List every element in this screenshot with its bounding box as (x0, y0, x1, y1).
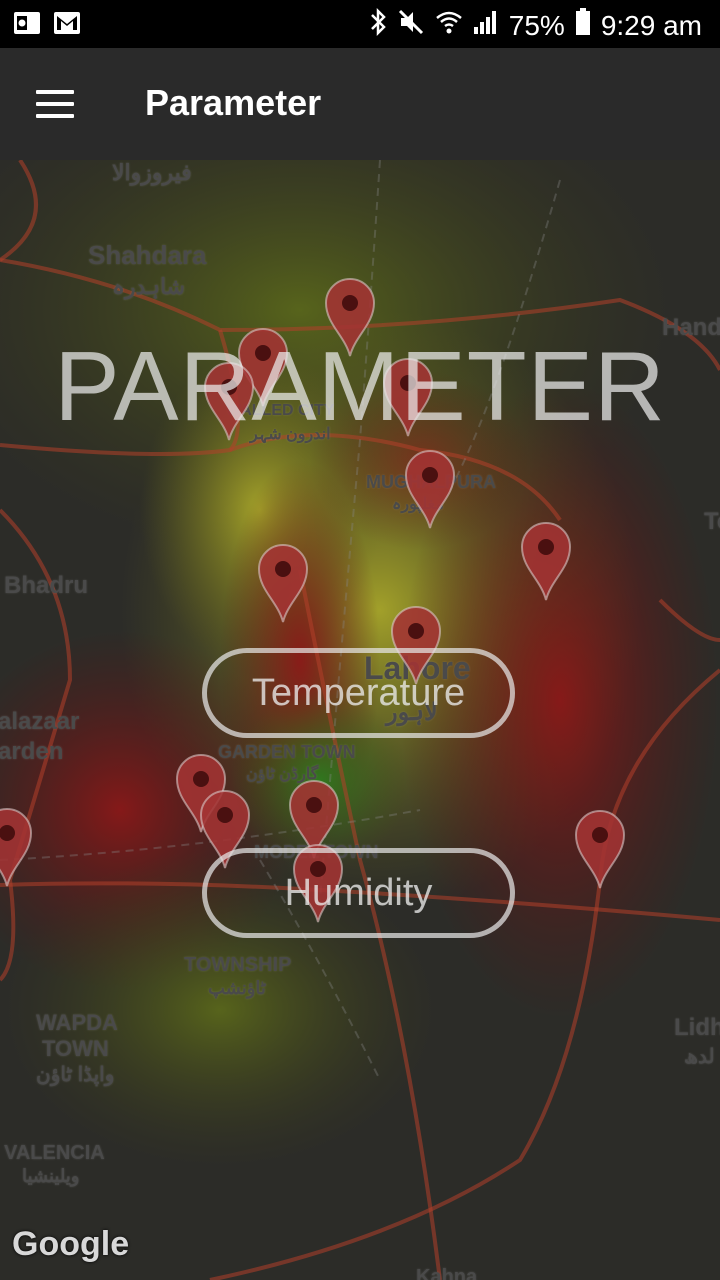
google-logo: Google (12, 1225, 130, 1263)
map-label: WAPDA (36, 1010, 118, 1035)
app-title: Parameter (145, 82, 322, 123)
map-label: Bhadru (4, 572, 88, 599)
status-bar: 75% 9:29 am (0, 0, 720, 48)
map-label: Shahdara (88, 240, 207, 270)
map-label: واپڈا ٹاؤن (36, 1064, 115, 1086)
map-label: TOWN (42, 1036, 109, 1061)
signal-icon (473, 9, 499, 42)
outlook-icon (14, 10, 40, 41)
map-label: VALENCIA (4, 1142, 105, 1164)
menu-icon[interactable] (28, 78, 84, 130)
map-label: Te (704, 508, 720, 535)
map-label: Lidh (674, 1014, 720, 1041)
map-marker-icon[interactable] (519, 520, 573, 602)
map-label: GARDEN TOWN (218, 742, 356, 762)
gmail-icon (54, 12, 80, 39)
battery-percent: 75% (508, 9, 565, 41)
app-bar: Parameter (0, 48, 720, 160)
mute-icon (397, 8, 425, 43)
map-label: TOWNSHIP (184, 954, 292, 976)
map-label: لدھ (684, 1046, 715, 1068)
map-marker-icon[interactable] (573, 808, 627, 890)
map-marker-icon[interactable] (0, 806, 34, 888)
temperature-button[interactable]: Temperature (202, 648, 515, 738)
map-label: Kahna (416, 1266, 478, 1280)
wifi-icon (435, 8, 463, 43)
map-marker-icon[interactable] (256, 542, 310, 624)
map-label: فیروزوالا (112, 160, 192, 185)
battery-icon (575, 8, 591, 43)
map-label: arden (0, 738, 64, 765)
humidity-button[interactable]: Humidity (202, 848, 515, 938)
map-label: alazaar (0, 708, 80, 735)
overlay-heading: PARAMETER (54, 331, 666, 441)
map-label: ٹاؤنشپ (208, 978, 266, 998)
map-label: ویلینشیا (22, 1166, 80, 1186)
map-label: شاہدرہ (112, 274, 186, 299)
clock: 9:29 am (600, 9, 702, 41)
map-marker-icon[interactable] (403, 448, 457, 530)
bluetooth-icon (369, 7, 387, 43)
